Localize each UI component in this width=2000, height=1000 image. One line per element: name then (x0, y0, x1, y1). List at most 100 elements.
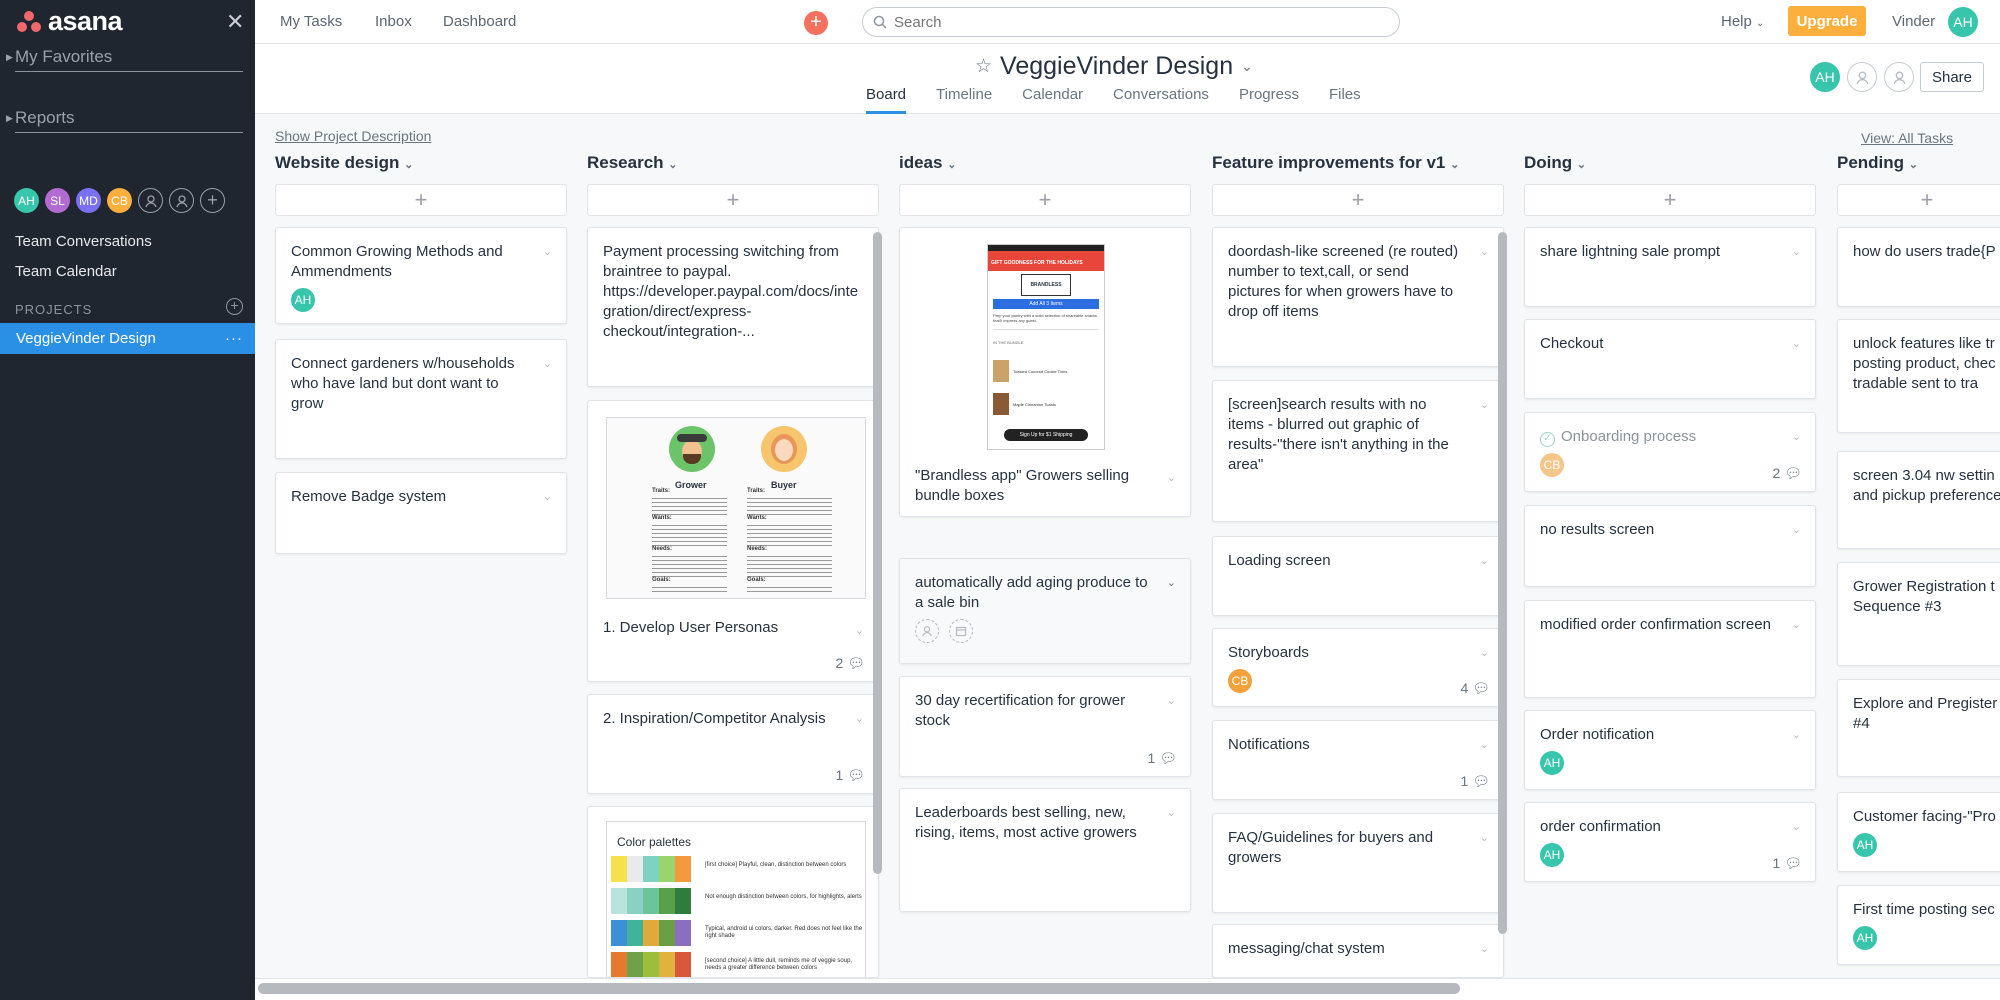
chevron-down-icon[interactable]: ⌄ (1167, 691, 1176, 711)
chevron-down-icon[interactable]: ⌄ (543, 354, 552, 374)
chevron-down-icon[interactable]: ⌄ (543, 242, 552, 262)
nav-my-tasks[interactable]: My Tasks (280, 13, 342, 30)
nav-dashboard[interactable]: Dashboard (443, 13, 516, 30)
assignee-avatar[interactable]: AH (1853, 833, 1877, 857)
tab-board[interactable]: Board (866, 86, 907, 114)
assignee-avatar[interactable]: AH (1540, 843, 1564, 867)
task-card[interactable]: Leaderboards best selling, new, rising, … (899, 788, 1191, 912)
add-task-button[interactable]: + (1837, 184, 2000, 216)
project-title[interactable]: VeggieVinder Design (1000, 52, 1233, 81)
check-circle-icon[interactable]: ✓ (1540, 432, 1555, 447)
task-card[interactable]: Order notification AH ⌄ (1524, 710, 1816, 790)
comment-count[interactable]: 2 💬︎ (1773, 463, 1802, 483)
column-header[interactable]: Pending ⌄ (1837, 153, 1918, 173)
chevron-down-icon[interactable]: ⌄ (1792, 520, 1801, 540)
column-header[interactable]: Website design ⌄ (275, 153, 413, 173)
chevron-down-icon[interactable]: ⌄ (1792, 615, 1801, 635)
task-card[interactable]: automatically add aging produce to a sal… (899, 558, 1191, 664)
assignee-avatar[interactable]: AH (291, 288, 315, 312)
chevron-down-icon[interactable]: ⌄ (1792, 242, 1801, 262)
chevron-down-icon[interactable]: ⌄ (1167, 803, 1176, 823)
task-card[interactable]: GIFT GOODNESS FOR THE HOLIDAYS BRANDLESS… (899, 227, 1191, 517)
tab-files[interactable]: Files (1329, 86, 1361, 114)
chevron-down-icon[interactable]: ⌄ (1241, 58, 1253, 75)
asana-logo[interactable]: asana (16, 6, 123, 37)
chevron-down-icon[interactable]: ⌄ (1480, 735, 1489, 755)
user-avatar[interactable]: AH (1948, 7, 1978, 37)
avatar[interactable]: AH (14, 188, 39, 213)
task-card[interactable]: Checkout ⌄ (1524, 319, 1816, 399)
column-header[interactable]: Doing ⌄ (1524, 153, 1586, 173)
assignee-avatar[interactable]: CB (1228, 669, 1252, 693)
close-sidebar-icon[interactable]: ✕ (226, 9, 244, 35)
comment-count[interactable]: 1 💬︎ (836, 765, 865, 785)
comment-count[interactable]: 2 💬︎ (836, 653, 865, 673)
chevron-down-icon[interactable]: ⌄ (1167, 468, 1176, 488)
column-scrollbar[interactable] (873, 232, 882, 874)
upgrade-button[interactable]: Upgrade (1788, 6, 1866, 36)
empty-user-icon[interactable] (1847, 62, 1877, 92)
my-favorites-section[interactable]: My Favorites (15, 47, 243, 72)
task-card[interactable]: doordash-like screened (re routed) numbe… (1212, 227, 1504, 367)
chevron-down-icon[interactable]: ⌄ (1480, 939, 1489, 959)
chevron-down-icon[interactable]: ⌄ (668, 159, 677, 171)
team-conversations-link[interactable]: Team Conversations (15, 233, 152, 250)
column-header[interactable]: Feature improvements for v1 ⌄ (1212, 153, 1459, 173)
avatar[interactable]: SL (45, 188, 70, 213)
chevron-down-icon[interactable]: ⌄ (1167, 573, 1176, 593)
nav-inbox[interactable]: Inbox (375, 13, 412, 30)
chevron-down-icon[interactable]: ⌄ (855, 621, 864, 641)
chevron-down-icon[interactable]: ⌄ (1480, 551, 1489, 571)
chevron-down-icon[interactable]: ⌄ (1480, 242, 1489, 262)
task-card[interactable]: [screen]search results with no items - b… (1212, 380, 1504, 522)
chevron-down-icon[interactable]: ⌄ (1480, 395, 1489, 415)
search-input[interactable] (894, 13, 1374, 31)
chevron-down-icon[interactable]: ⌄ (1792, 427, 1801, 447)
chevron-down-icon[interactable]: ⌄ (1909, 159, 1918, 171)
tab-timeline[interactable]: Timeline (936, 86, 992, 114)
assignee-avatar[interactable]: CB (1540, 453, 1564, 477)
share-button[interactable]: Share (1920, 62, 1984, 92)
column-scrollbar[interactable] (1498, 232, 1507, 934)
task-card[interactable]: Remove Badge system ⌄ (275, 472, 567, 554)
sidebar-item-veggievinder-design[interactable]: VeggieVinder Design ··· (0, 323, 255, 354)
add-member-icon[interactable]: + (200, 188, 225, 213)
task-card[interactable]: ✓ Onboarding process CB ⌄ 2 💬︎ (1524, 412, 1816, 492)
task-card[interactable]: messaging/chat system ⌄ (1212, 924, 1504, 978)
task-card[interactable]: Customer facing-"Pro AH (1837, 792, 2000, 872)
task-card[interactable]: Color palettes [first choice] Playful, c… (587, 806, 879, 978)
assignee-avatar[interactable]: AH (1540, 751, 1564, 775)
empty-user-icon[interactable] (169, 188, 194, 213)
team-calendar-link[interactable]: Team Calendar (15, 263, 117, 280)
comment-count[interactable]: 1 💬︎ (1148, 748, 1177, 768)
task-card[interactable]: order confirmation AH ⌄ 1 💬︎ (1524, 802, 1816, 882)
task-card[interactable]: modified order confirmation screen ⌄ (1524, 600, 1816, 698)
task-card[interactable]: screen 3.04 nw settin and pickup prefere… (1837, 451, 2000, 549)
due-date-calendar-icon[interactable] (949, 619, 973, 643)
comment-count[interactable]: 4 💬︎ (1461, 678, 1490, 698)
assign-user-icon[interactable] (915, 619, 939, 643)
help-menu[interactable]: Help ⌄ (1721, 13, 1764, 30)
empty-user-icon[interactable] (138, 188, 163, 213)
more-options-icon[interactable]: ··· (225, 330, 243, 347)
chevron-down-icon[interactable]: ⌄ (855, 709, 864, 729)
chevron-down-icon[interactable]: ⌄ (1480, 643, 1489, 663)
view-all-tasks-dropdown[interactable]: View: All Tasks (1861, 130, 1953, 146)
avatar[interactable]: CB (107, 188, 132, 213)
user-name[interactable]: Vinder (1892, 13, 1935, 30)
assignee-avatar[interactable]: AH (1853, 926, 1877, 950)
tab-conversations[interactable]: Conversations (1113, 86, 1209, 114)
task-card[interactable]: First time posting sec AH (1837, 885, 2000, 965)
task-card[interactable]: Payment processing switching from braint… (587, 227, 879, 387)
task-card[interactable]: unlock features like tr posting product,… (1837, 319, 2000, 433)
task-card[interactable]: Connect gardeners w/households who have … (275, 339, 567, 459)
star-icon[interactable]: ☆ (975, 55, 992, 78)
search-bar[interactable] (862, 7, 1400, 37)
empty-user-icon[interactable] (1884, 62, 1914, 92)
task-card[interactable]: Common Growing Methods and Ammendments A… (275, 227, 567, 324)
chevron-down-icon[interactable]: ⌄ (1480, 828, 1489, 848)
column-header[interactable]: Research ⌄ (587, 153, 678, 173)
chevron-down-icon[interactable]: ⌄ (1792, 725, 1801, 745)
task-card[interactable]: Loading screen ⌄ (1212, 536, 1504, 616)
chevron-down-icon[interactable]: ⌄ (543, 487, 552, 507)
